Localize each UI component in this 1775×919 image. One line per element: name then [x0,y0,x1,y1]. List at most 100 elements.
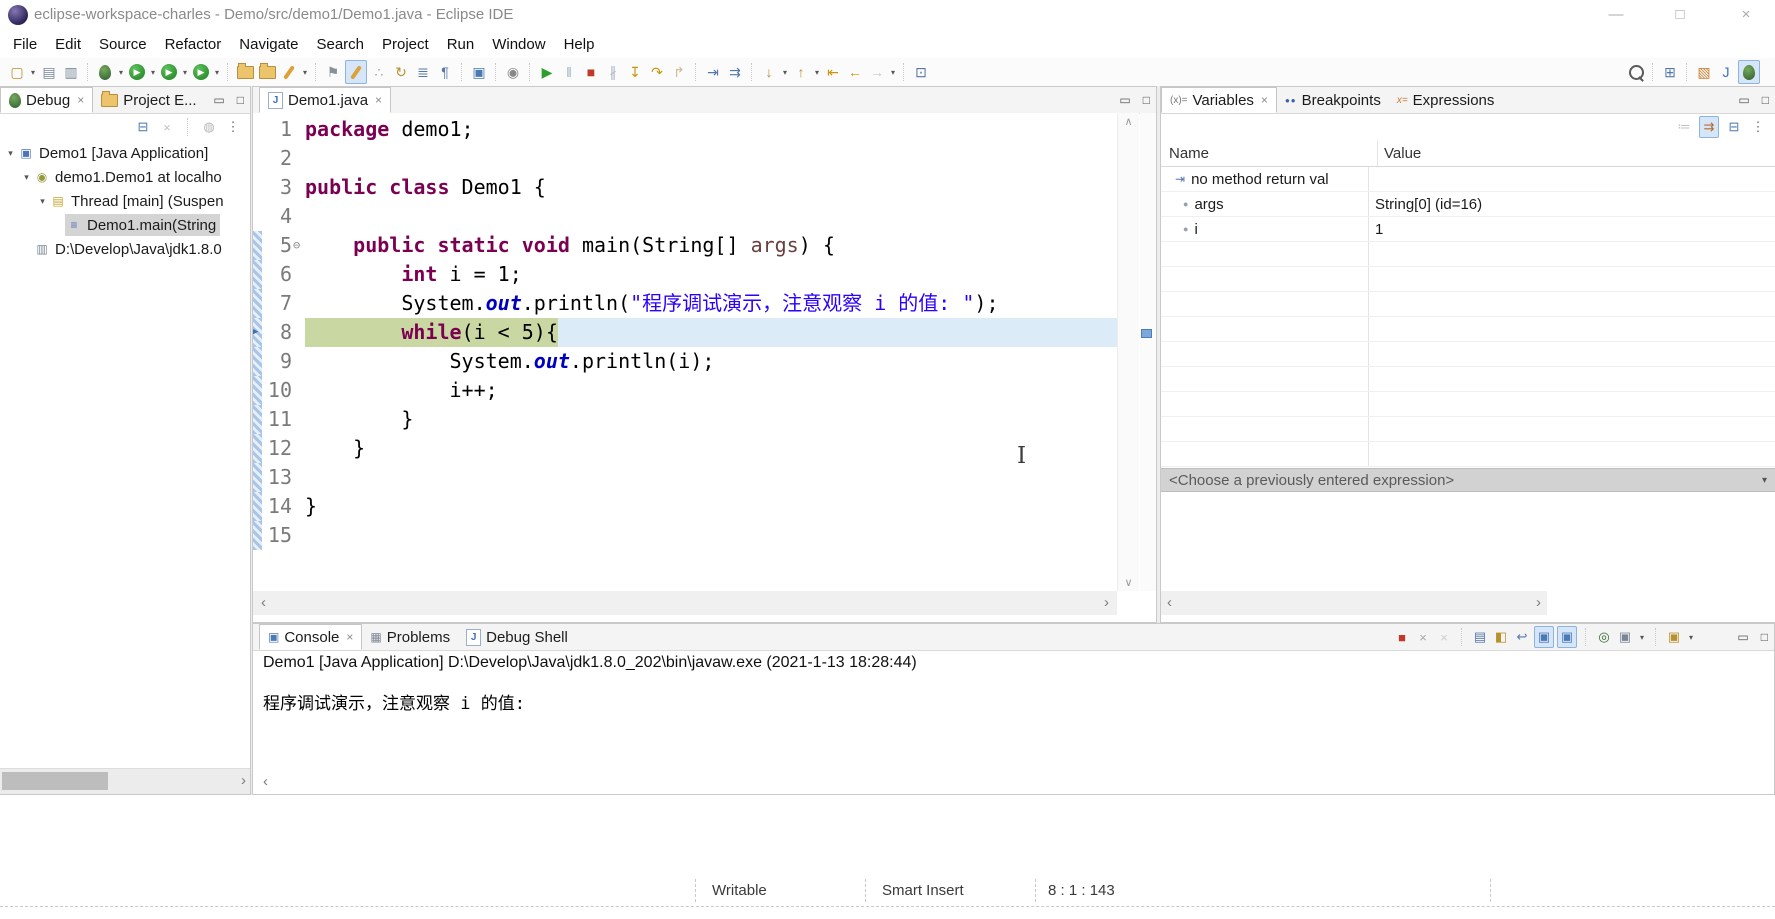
step-into-button[interactable]: ↧ [625,61,645,83]
menu-search[interactable]: Search [307,36,373,53]
table-row-empty[interactable] [1161,442,1775,467]
maximize-view-icon[interactable]: □ [1761,630,1768,644]
console-output[interactable]: 程序调试演示，注意观察 i 的值: [253,679,1774,714]
remove-terminated-button[interactable]: × [158,117,176,137]
close-icon[interactable]: × [375,93,382,107]
step-return-button[interactable]: ↱ [669,61,689,83]
chevron-down-icon[interactable]: ▾ [1762,475,1767,486]
previous-annotation-button[interactable]: ↑ [791,61,811,83]
debug-button[interactable] [95,61,115,83]
menu-run[interactable]: Run [438,36,484,53]
show-whitespace-button[interactable]: ¶ [435,61,455,83]
minimize-view-icon[interactable]: ▭ [1737,630,1748,644]
close-icon[interactable]: × [1261,93,1268,107]
pin-editor-button[interactable]: ⊡ [911,61,931,83]
table-row-empty[interactable] [1161,267,1775,292]
previous-annotation-button-dropdown[interactable]: ▾ [812,68,822,77]
coverage-button-dropdown[interactable]: ▾ [180,68,190,77]
editor-vscrollbar[interactable]: ∧ ∨ [1117,113,1139,591]
tree-item[interactable]: ▾ ▣ Demo1 [Java Application] [0,141,250,165]
line-number[interactable]: 3 [262,173,292,202]
tab-project-explorer[interactable]: Project E... [93,87,204,113]
coverage-button[interactable]: ▶ [159,61,179,83]
tab-problems[interactable]: ▦ Problems [362,624,458,650]
maximize-view-icon[interactable]: □ [237,93,244,107]
disconnect-button[interactable]: ∦ [603,61,623,83]
search-button[interactable] [1626,61,1646,83]
scroll-right-icon[interactable]: › [1104,591,1109,615]
tab-variables[interactable]: (x)= Variables × [1161,87,1277,113]
code-line-13[interactable]: 13 [253,463,1117,492]
profile-button-dropdown[interactable]: ▾ [212,68,222,77]
remove-launch-button[interactable]: × [1414,627,1432,647]
tab-debug-shell[interactable]: J Debug Shell [458,624,576,650]
new-wizard-button-dropdown[interactable]: ▾ [28,68,38,77]
scroll-down-icon[interactable]: ∨ [1118,576,1139,589]
tree-expander-icon[interactable]: ▾ [20,172,33,183]
scroll-left-icon[interactable]: ‹ [263,773,268,790]
next-annotation-button[interactable]: ↓ [759,61,779,83]
open-perspective-button[interactable]: ⊞ [1660,61,1680,83]
variables-hscrollbar[interactable]: ‹ › [1161,591,1547,615]
code-line-14[interactable]: 14} [253,492,1117,521]
run-button-dropdown[interactable]: ▾ [148,68,158,77]
back-button[interactable]: ← [845,61,865,83]
open-console-button[interactable]: ▣ [1665,627,1683,647]
tab-console[interactable]: ▣ Console × [259,624,363,650]
code-line-11[interactable]: 11 } [253,405,1117,434]
code-line-8[interactable]: 8 ▶ while(i < 5){ [253,318,1117,347]
table-row[interactable]: ● args String[0] (id=16) [1161,192,1775,217]
open-element-button[interactable]: ⚑ [323,61,343,83]
line-number[interactable]: 8 [262,318,292,347]
tab-breakpoints[interactable]: ●● Breakpoints [1277,87,1389,113]
column-header-name[interactable]: Name [1161,140,1378,166]
table-row[interactable]: ⇥ no method return val [1161,167,1775,192]
scroll-up-icon[interactable]: ∧ [1118,115,1139,128]
run-button[interactable]: ▶ [127,61,147,83]
line-number[interactable]: 2 [262,144,292,173]
resume-button[interactable]: ▶ [537,61,557,83]
close-icon[interactable]: × [346,630,353,644]
debug-button-dropdown[interactable]: ▾ [116,68,126,77]
show-stdout-button[interactable]: ▣ [1534,626,1554,648]
tab-expressions[interactable]: x= Expressions [1389,87,1503,113]
table-row-empty[interactable] [1161,342,1775,367]
menu-refactor[interactable]: Refactor [156,36,231,53]
tree-item[interactable]: ▥ D:\Develop\Java\jdk1.8.0 [0,237,250,261]
terminate-button[interactable]: ■ [1393,627,1411,647]
code-line-1[interactable]: 1 package demo1; [253,115,1117,144]
show-type-names-button[interactable]: ≔ [1675,117,1693,137]
format-brush-button-dropdown[interactable]: ▾ [300,68,310,77]
tab-debug[interactable]: Debug × [0,87,94,113]
code-editor-area[interactable]: 1 package demo1; 2 3 public class Demo1 {4 5 ⊖… [253,113,1117,591]
tree-expander-icon[interactable]: ▾ [36,196,49,207]
scroll-right-icon[interactable]: › [241,769,246,793]
scrollbar-thumb[interactable] [2,772,108,790]
open-console-button-dropdown[interactable]: ▾ [1686,633,1696,642]
menu-navigate[interactable]: Navigate [230,36,307,53]
forward-button-dropdown[interactable]: ▾ [888,68,898,77]
view-menu-button[interactable]: ⋮ [224,117,242,137]
save-all-button[interactable]: ▥ [61,61,81,83]
line-number[interactable]: 11 [262,405,292,434]
line-number[interactable]: 15 [262,521,292,550]
link-with-editor-button[interactable]: ◉ [503,61,523,83]
tab-demo1-java[interactable]: J Demo1.java × [259,87,392,113]
pin-console-button[interactable]: ◎ [1595,627,1613,647]
use-step-filters-button[interactable]: ⇉ [725,61,745,83]
window-maximize-button[interactable]: □ [1663,3,1697,27]
line-number[interactable]: 14 [262,492,292,521]
menu-project[interactable]: Project [373,36,438,53]
display-console-button-dropdown[interactable]: ▾ [1637,633,1647,642]
code-line-7[interactable]: 7 System.out.println("程序调试演示，注意观察 i 的值: … [253,289,1117,318]
code-line-2[interactable]: 2 [253,144,1117,173]
line-number[interactable]: 1 [262,115,292,144]
expression-combo[interactable]: <Choose a previously entered expression>… [1161,468,1775,492]
display-console-button[interactable]: ▣ [1616,627,1634,647]
scroll-left-icon[interactable]: ‹ [1167,591,1172,615]
table-row[interactable]: ● i 1 [1161,217,1775,242]
skip-breakpoints-button[interactable]: ⇥ [703,61,723,83]
next-change-button[interactable]: ∴ [369,61,389,83]
build-button[interactable]: ↻ [391,61,411,83]
new-wizard-button[interactable]: ▢ [7,61,27,83]
